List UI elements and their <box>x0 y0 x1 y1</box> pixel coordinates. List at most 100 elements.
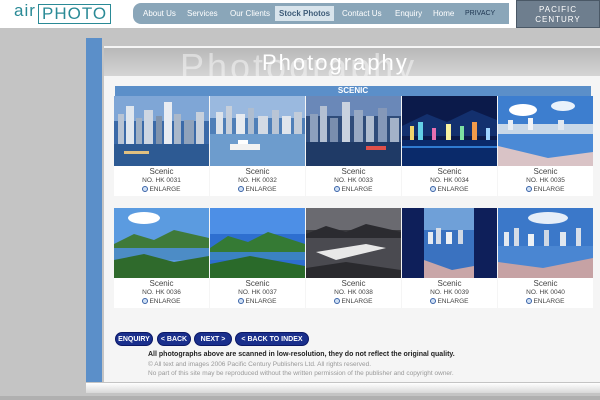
photo-title: Scenic <box>341 279 366 288</box>
city-skyline-image <box>114 96 209 166</box>
copyright-text: © All text and images 2006 Pacific Centu… <box>148 361 372 368</box>
section-title: SCENIC <box>115 86 591 96</box>
photo-card: Scenic NO. HK 0039 ENLARGE <box>402 208 497 308</box>
photo-title: Scenic <box>437 167 462 176</box>
photo-thumbnail[interactable] <box>210 208 305 278</box>
photo-thumbnail[interactable] <box>402 208 497 278</box>
nav-stock-photos[interactable]: Stock Photos <box>275 6 335 21</box>
back-button[interactable]: < BACK <box>157 332 191 346</box>
enlarge-label: ENLARGE <box>341 186 373 193</box>
photo-thumbnail[interactable] <box>306 96 401 166</box>
magnifier-icon <box>334 298 341 304</box>
magnifier-icon <box>238 298 245 304</box>
photo-card: Scenic NO. HK 0033 ENLARGE <box>306 96 401 196</box>
photo-card: Scenic NO. HK 0037 ENLARGE <box>210 208 305 308</box>
photo-number: NO. HK 0035 <box>526 177 565 184</box>
magnifier-icon <box>526 298 533 304</box>
photo-title: Scenic <box>149 279 174 288</box>
photo-number: NO. HK 0031 <box>142 177 181 184</box>
logo-air-text: air <box>14 1 36 20</box>
logo-photo-text: PHOTO <box>38 4 112 24</box>
photo-title: Scenic <box>245 279 270 288</box>
enlarge-link[interactable]: ENLARGE <box>306 186 401 193</box>
enlarge-link[interactable]: ENLARGE <box>210 186 305 193</box>
photo-number: NO. HK 0034 <box>430 177 469 184</box>
magnifier-icon <box>430 186 437 192</box>
enlarge-link[interactable]: ENLARGE <box>402 186 497 193</box>
photo-card: Scenic NO. HK 0040 ENLARGE <box>498 208 593 308</box>
enlarge-link[interactable]: ENLARGE <box>498 298 593 305</box>
enlarge-link[interactable]: ENLARGE <box>114 298 209 305</box>
enlarge-link[interactable]: ENLARGE <box>402 298 497 305</box>
harbour-view-image <box>498 96 593 166</box>
airphoto-logo[interactable]: air PHOTO <box>8 1 112 25</box>
photo-card: Scenic NO. HK 0031 ENLARGE <box>114 96 209 196</box>
sunset-islands-image <box>306 208 401 278</box>
enlarge-link[interactable]: ENLARGE <box>114 186 209 193</box>
brand-line-2: CENTURY <box>535 15 581 24</box>
magnifier-icon <box>142 186 149 192</box>
next-button[interactable]: NEXT > <box>194 332 232 346</box>
photo-number: NO. HK 0033 <box>334 177 373 184</box>
harbour-day-image <box>210 96 305 166</box>
photo-card: Scenic NO. HK 0032 ENLARGE <box>210 96 305 196</box>
coastline-image <box>210 208 305 278</box>
photo-number: NO. HK 0037 <box>238 289 277 296</box>
green-bay-image <box>114 208 209 278</box>
pacific-century-logo[interactable]: PACIFIC CENTURY <box>516 0 600 28</box>
page-banner: Photography Photography <box>104 48 600 76</box>
nav-services[interactable]: Services <box>183 6 222 21</box>
photo-thumbnail[interactable] <box>498 96 593 166</box>
nav-privacy[interactable]: PRIVACY <box>461 6 499 21</box>
photo-title: Scenic <box>341 167 366 176</box>
enlarge-link[interactable]: ENLARGE <box>210 298 305 305</box>
brand-line-1: PACIFIC <box>539 5 577 14</box>
enlarge-label: ENLARGE <box>341 298 373 305</box>
back-to-index-button[interactable]: < BACK TO INDEX <box>235 332 309 346</box>
nav-contact-us[interactable]: Contact Us <box>338 6 386 21</box>
photo-number: NO. HK 0039 <box>430 289 469 296</box>
photo-thumbnail[interactable] <box>498 208 593 278</box>
photo-title: Scenic <box>533 167 558 176</box>
photo-thumbnail[interactable] <box>306 208 401 278</box>
enlarge-label: ENLARGE <box>149 186 181 193</box>
nav-home[interactable]: Home <box>429 6 458 21</box>
footer-bar <box>86 383 600 393</box>
magnifier-icon <box>526 186 533 192</box>
enlarge-label: ENLARGE <box>437 298 469 305</box>
page-title: Photography <box>262 50 409 75</box>
photo-title: Scenic <box>533 279 558 288</box>
nav-enquiry[interactable]: Enquiry <box>391 6 426 21</box>
enlarge-label: ENLARGE <box>533 186 565 193</box>
enquiry-button[interactable]: ENQUIRY <box>115 332 153 346</box>
nav-our-clients[interactable]: Our Clients <box>226 6 274 21</box>
photo-card: Scenic NO. HK 0038 ENLARGE <box>306 208 401 308</box>
photo-card: Scenic NO. HK 0035 ENLARGE <box>498 96 593 196</box>
photo-number: NO. HK 0040 <box>526 289 565 296</box>
reproduction-notice: No part of this site may be reproduced w… <box>148 370 454 377</box>
photo-thumbnail[interactable] <box>114 208 209 278</box>
enlarge-label: ENLARGE <box>437 186 469 193</box>
magnifier-icon <box>430 298 437 304</box>
quality-notice: All photographs above are scanned in low… <box>148 351 455 358</box>
photo-card: Scenic NO. HK 0036 ENLARGE <box>114 208 209 308</box>
photo-thumbnail[interactable] <box>402 96 497 166</box>
photo-thumbnail[interactable] <box>114 96 209 166</box>
magnifier-icon <box>334 186 341 192</box>
header: air PHOTO About Us Services Our Clients … <box>0 0 600 28</box>
photo-title: Scenic <box>437 279 462 288</box>
photo-title: Scenic <box>245 167 270 176</box>
nav-about-us[interactable]: About Us <box>139 6 180 21</box>
enlarge-link[interactable]: ENLARGE <box>498 186 593 193</box>
main-nav: About Us Services Our Clients Stock Phot… <box>133 3 509 24</box>
footer-line <box>0 396 600 400</box>
magnifier-icon <box>142 298 149 304</box>
photo-thumbnail[interactable] <box>210 96 305 166</box>
harbour-night-image <box>402 96 497 166</box>
enlarge-link[interactable]: ENLARGE <box>306 298 401 305</box>
photo-title: Scenic <box>149 167 174 176</box>
enlarge-label: ENLARGE <box>533 298 565 305</box>
photo-number: NO. HK 0036 <box>142 289 181 296</box>
left-frame-bar <box>86 38 102 382</box>
harbour-dusk-image <box>306 96 401 166</box>
